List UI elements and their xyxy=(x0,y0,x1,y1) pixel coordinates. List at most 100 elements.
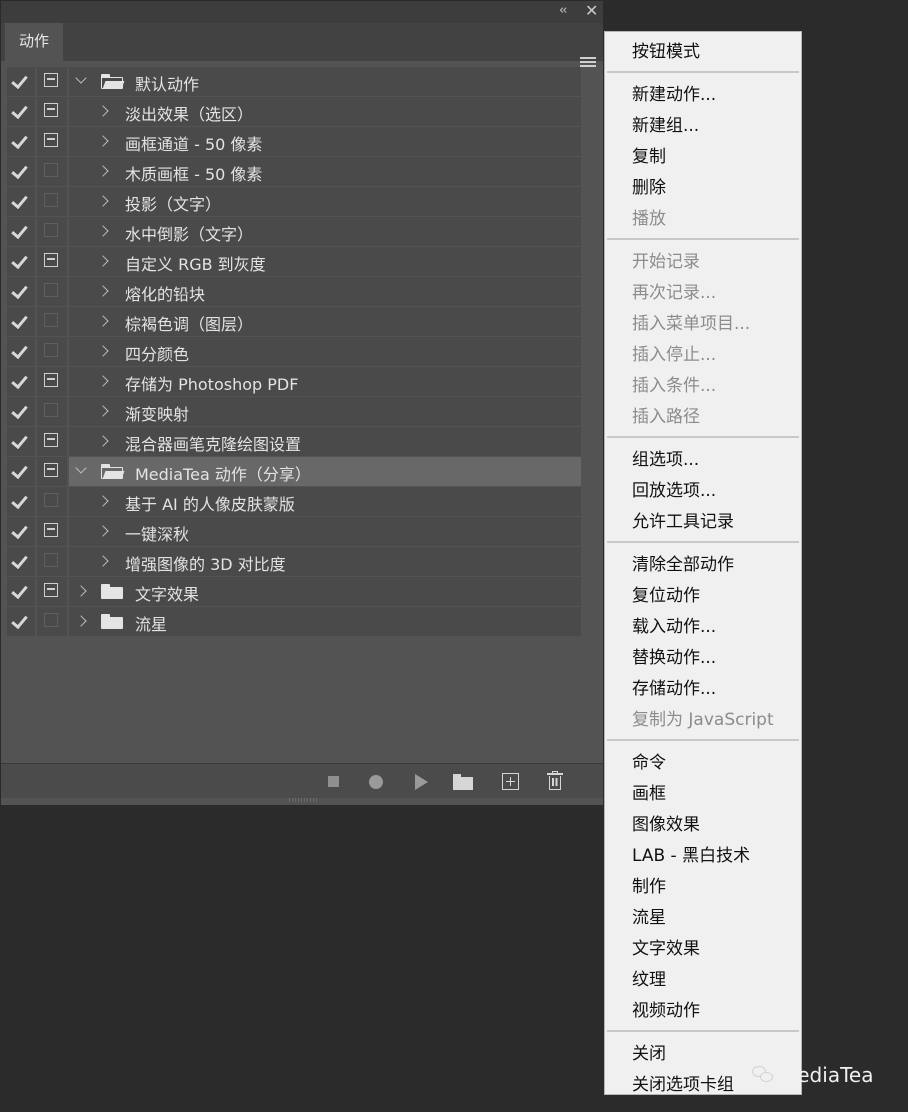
new-action-icon[interactable] xyxy=(502,773,519,790)
menu-item[interactable]: 允许工具记录 xyxy=(632,507,734,532)
toggle-dialog-cell[interactable] xyxy=(37,517,67,546)
action-row[interactable]: 水中倒影（文字） xyxy=(5,217,581,246)
toggle-dialog-cell[interactable] xyxy=(37,547,67,576)
item-name-cell[interactable]: MediaTea 动作（分享） xyxy=(69,457,581,486)
menu-item[interactable]: 图像效果 xyxy=(632,810,700,835)
action-row[interactable]: 存储为 Photoshop PDF xyxy=(5,367,581,396)
toggle-item-cell[interactable] xyxy=(7,247,35,276)
menu-item[interactable]: 视频动作 xyxy=(632,996,700,1021)
chevron-right-icon[interactable] xyxy=(97,105,109,117)
menu-item[interactable]: 组选项... xyxy=(632,445,699,470)
chevron-down-icon[interactable] xyxy=(75,72,87,84)
item-name-cell[interactable]: 文字效果 xyxy=(69,577,581,606)
action-row[interactable]: 淡出效果（选区） xyxy=(5,97,581,126)
item-name-cell[interactable]: 基于 AI 的人像皮肤蒙版 xyxy=(69,487,581,516)
item-name-cell[interactable]: 熔化的铅块 xyxy=(69,277,581,306)
close-panel-icon[interactable]: ✕ xyxy=(585,1,598,20)
toggle-item-cell[interactable] xyxy=(7,97,35,126)
toggle-item-cell[interactable] xyxy=(7,157,35,186)
new-set-icon[interactable] xyxy=(453,774,473,790)
toggle-item-cell[interactable] xyxy=(7,367,35,396)
tab-actions[interactable]: 动作 xyxy=(5,23,63,61)
menu-item[interactable]: 清除全部动作 xyxy=(632,550,734,575)
item-name-cell[interactable]: 存储为 Photoshop PDF xyxy=(69,367,581,396)
menu-item[interactable]: 关闭选项卡组 xyxy=(632,1070,734,1095)
action-row[interactable]: 基于 AI 的人像皮肤蒙版 xyxy=(5,487,581,516)
toggle-item-cell[interactable] xyxy=(7,187,35,216)
chevron-right-icon[interactable] xyxy=(97,285,109,297)
menu-item[interactable]: 回放选项... xyxy=(632,476,716,501)
toggle-dialog-cell[interactable] xyxy=(37,157,67,186)
menu-item[interactable]: 新建组... xyxy=(632,111,699,136)
toggle-dialog-cell[interactable] xyxy=(37,367,67,396)
delete-icon[interactable] xyxy=(547,771,563,791)
menu-item[interactable]: 按钮模式 xyxy=(632,37,700,62)
panel-menu-icon[interactable] xyxy=(580,57,596,69)
chevron-right-icon[interactable] xyxy=(97,495,109,507)
chevron-right-icon[interactable] xyxy=(97,525,109,537)
item-name-cell[interactable]: 默认动作 xyxy=(69,67,581,96)
toggle-dialog-cell[interactable] xyxy=(37,577,67,606)
action-row[interactable]: 混合器画笔克隆绘图设置 xyxy=(5,427,581,456)
menu-item[interactable]: 关闭 xyxy=(632,1039,666,1064)
item-name-cell[interactable]: 增强图像的 3D 对比度 xyxy=(69,547,581,576)
toggle-dialog-cell[interactable] xyxy=(37,607,67,636)
toggle-dialog-cell[interactable] xyxy=(37,247,67,276)
toggle-item-cell[interactable] xyxy=(7,337,35,366)
chevron-right-icon[interactable] xyxy=(97,315,109,327)
toggle-item-cell[interactable] xyxy=(7,427,35,456)
toggle-item-cell[interactable] xyxy=(7,457,35,486)
action-row[interactable]: 熔化的铅块 xyxy=(5,277,581,306)
collapse-panel-icon[interactable]: ‹‹ xyxy=(559,3,568,18)
menu-item[interactable]: 制作 xyxy=(632,872,666,897)
toggle-dialog-cell[interactable] xyxy=(37,487,67,516)
toggle-dialog-cell[interactable] xyxy=(37,457,67,486)
toggle-item-cell[interactable] xyxy=(7,127,35,156)
chevron-right-icon[interactable] xyxy=(97,195,109,207)
toggle-item-cell[interactable] xyxy=(7,277,35,306)
action-set-row[interactable]: 文字效果 xyxy=(5,577,581,606)
menu-item[interactable]: 纹理 xyxy=(632,965,666,990)
toggle-dialog-cell[interactable] xyxy=(37,427,67,456)
toggle-dialog-cell[interactable] xyxy=(37,337,67,366)
item-name-cell[interactable]: 混合器画笔克隆绘图设置 xyxy=(69,427,581,456)
action-set-row[interactable]: 默认动作 xyxy=(5,67,581,96)
menu-item[interactable]: 文字效果 xyxy=(632,934,700,959)
menu-item[interactable]: 载入动作... xyxy=(632,612,716,637)
toggle-dialog-cell[interactable] xyxy=(37,187,67,216)
toggle-item-cell[interactable] xyxy=(7,577,35,606)
resize-grip[interactable] xyxy=(289,798,319,802)
action-row[interactable]: 木质画框 - 50 像素 xyxy=(5,157,581,186)
menu-item[interactable]: 复位动作 xyxy=(632,581,700,606)
chevron-right-icon[interactable] xyxy=(97,255,109,267)
chevron-right-icon[interactable] xyxy=(97,405,109,417)
chevron-right-icon[interactable] xyxy=(97,225,109,237)
toggle-item-cell[interactable] xyxy=(7,307,35,336)
menu-item[interactable]: 画框 xyxy=(632,779,666,804)
chevron-right-icon[interactable] xyxy=(97,345,109,357)
action-set-row[interactable]: MediaTea 动作（分享） xyxy=(5,457,581,486)
item-name-cell[interactable]: 水中倒影（文字） xyxy=(69,217,581,246)
menu-item[interactable]: 存储动作... xyxy=(632,674,716,699)
action-row[interactable]: 投影（文字） xyxy=(5,187,581,216)
toggle-item-cell[interactable] xyxy=(7,547,35,576)
action-row[interactable]: 棕褐色调（图层） xyxy=(5,307,581,336)
toggle-item-cell[interactable] xyxy=(7,487,35,516)
item-name-cell[interactable]: 渐变映射 xyxy=(69,397,581,426)
chevron-right-icon[interactable] xyxy=(97,135,109,147)
action-row[interactable]: 渐变映射 xyxy=(5,397,581,426)
toggle-dialog-cell[interactable] xyxy=(37,97,67,126)
item-name-cell[interactable]: 棕褐色调（图层） xyxy=(69,307,581,336)
chevron-right-icon[interactable] xyxy=(75,585,87,597)
toggle-item-cell[interactable] xyxy=(7,517,35,546)
chevron-right-icon[interactable] xyxy=(97,555,109,567)
record-icon[interactable] xyxy=(369,775,383,789)
chevron-right-icon[interactable] xyxy=(97,435,109,447)
item-name-cell[interactable]: 淡出效果（选区） xyxy=(69,97,581,126)
action-row[interactable]: 画框通道 - 50 像素 xyxy=(5,127,581,156)
toggle-item-cell[interactable] xyxy=(7,217,35,246)
menu-item[interactable]: 替换动作... xyxy=(632,643,716,668)
menu-item[interactable]: 流星 xyxy=(632,903,666,928)
toggle-dialog-cell[interactable] xyxy=(37,397,67,426)
menu-item[interactable]: LAB - 黑白技术 xyxy=(632,841,750,866)
